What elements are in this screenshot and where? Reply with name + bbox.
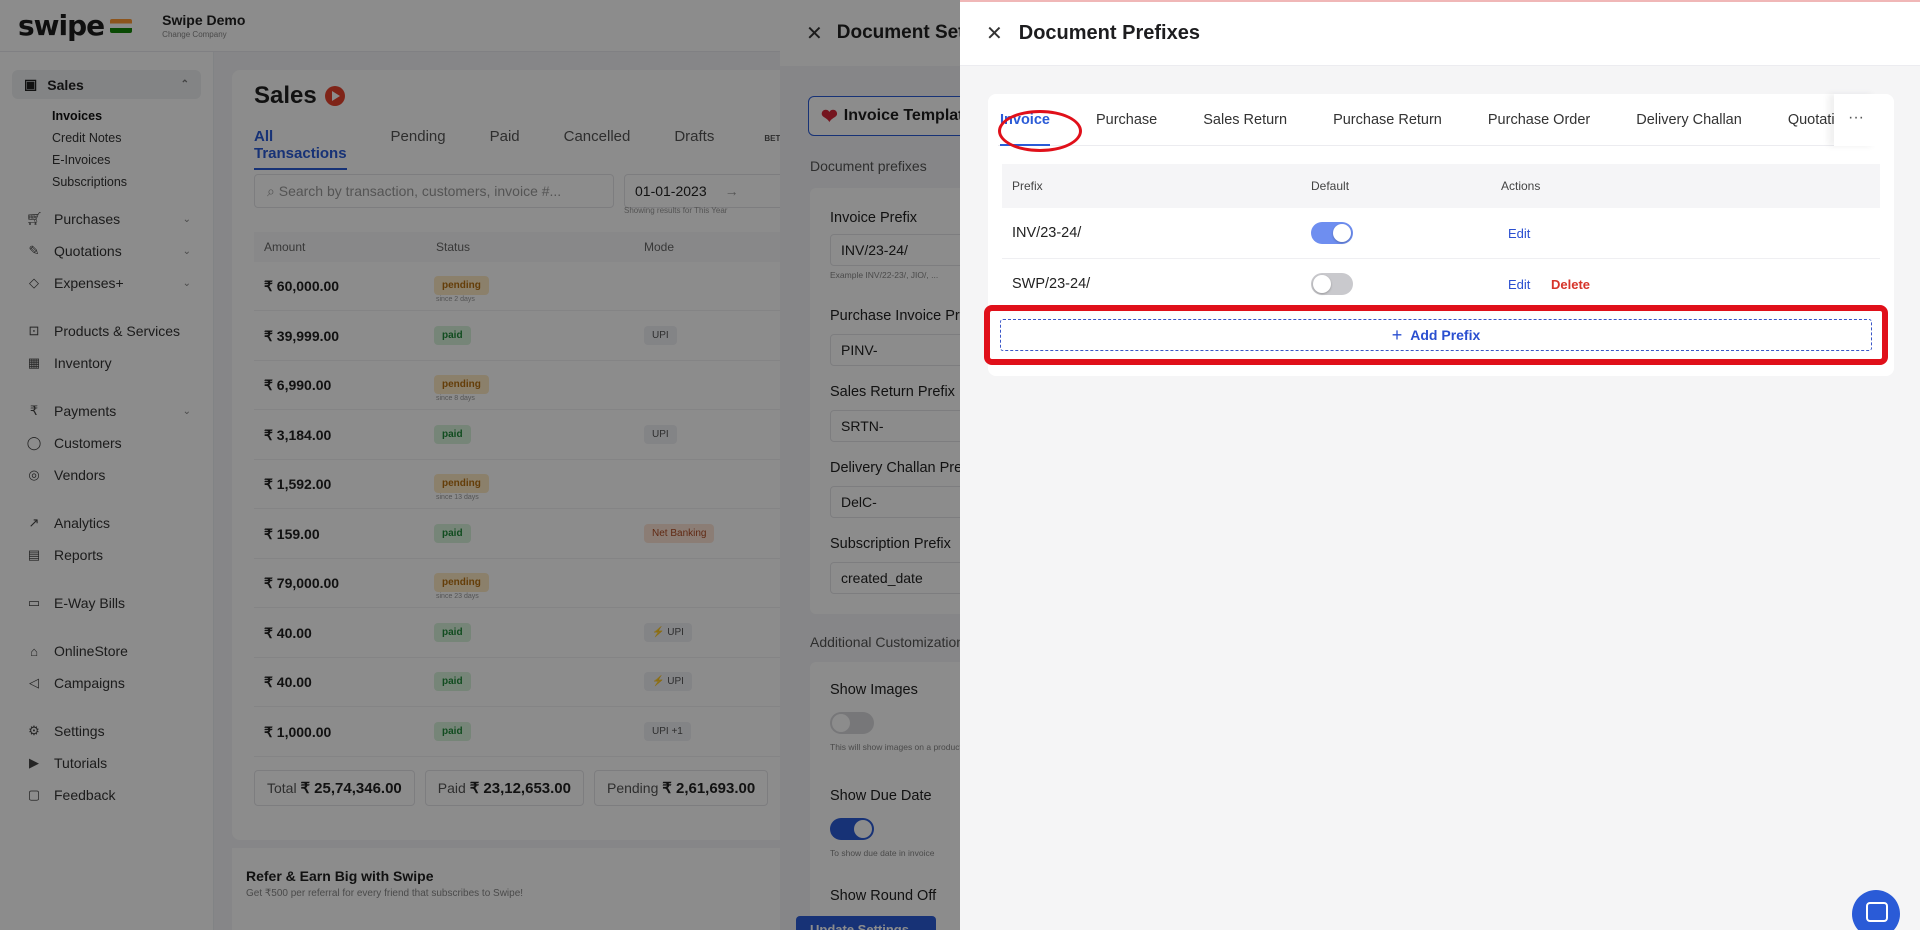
table-row: INV/23-24/ Edit: [1002, 208, 1880, 259]
highlight-box: + Add Prefix: [984, 305, 1888, 365]
prefix-type-tabs: Invoice Purchase Sales Return Purchase R…: [998, 94, 1878, 152]
prefix-value: INV/23-24/: [1012, 225, 1082, 241]
tab-purchase-order[interactable]: Purchase Order: [1488, 94, 1590, 146]
default-toggle[interactable]: [1311, 273, 1353, 295]
default-toggle[interactable]: [1311, 222, 1353, 244]
prefix-table-header: Prefix Default Actions: [1002, 164, 1880, 208]
support-chat-icon[interactable]: [1852, 890, 1900, 930]
edit-button[interactable]: Edit: [1508, 226, 1530, 241]
tab-quotation[interactable]: Quotation: [1788, 94, 1840, 146]
tab-invoice[interactable]: Invoice: [1000, 94, 1050, 146]
column-actions: Actions: [1501, 179, 1541, 193]
add-prefix-button[interactable]: + Add Prefix: [1000, 319, 1872, 351]
tab-purchase-return[interactable]: Purchase Return: [1333, 94, 1442, 146]
tab-sales-return[interactable]: Sales Return: [1203, 94, 1287, 146]
plus-icon: +: [1391, 324, 1403, 345]
prefixes-header: ✕ Document Prefixes: [960, 2, 1920, 66]
column-default: Default: [1311, 179, 1350, 193]
close-icon[interactable]: ✕: [986, 21, 1003, 46]
tab-purchase[interactable]: Purchase: [1096, 94, 1157, 146]
column-prefix: Prefix: [1012, 179, 1043, 193]
table-row: SWP/23-24/ Edit Delete: [1002, 259, 1880, 310]
delete-button[interactable]: Delete: [1551, 277, 1590, 292]
prefix-value: SWP/23-24/: [1012, 276, 1091, 292]
prefixes-title: Document Prefixes: [1018, 22, 1200, 44]
document-prefixes-drawer: ✕ Document Prefixes Invoice Purchase Sal…: [960, 0, 1920, 930]
prefix-table: Prefix Default Actions INV/23-24/ Edit S…: [1002, 164, 1880, 310]
edit-button[interactable]: Edit: [1508, 277, 1530, 292]
more-tabs-icon[interactable]: ···: [1834, 94, 1878, 146]
tab-delivery-challan[interactable]: Delivery Challan: [1636, 94, 1742, 146]
